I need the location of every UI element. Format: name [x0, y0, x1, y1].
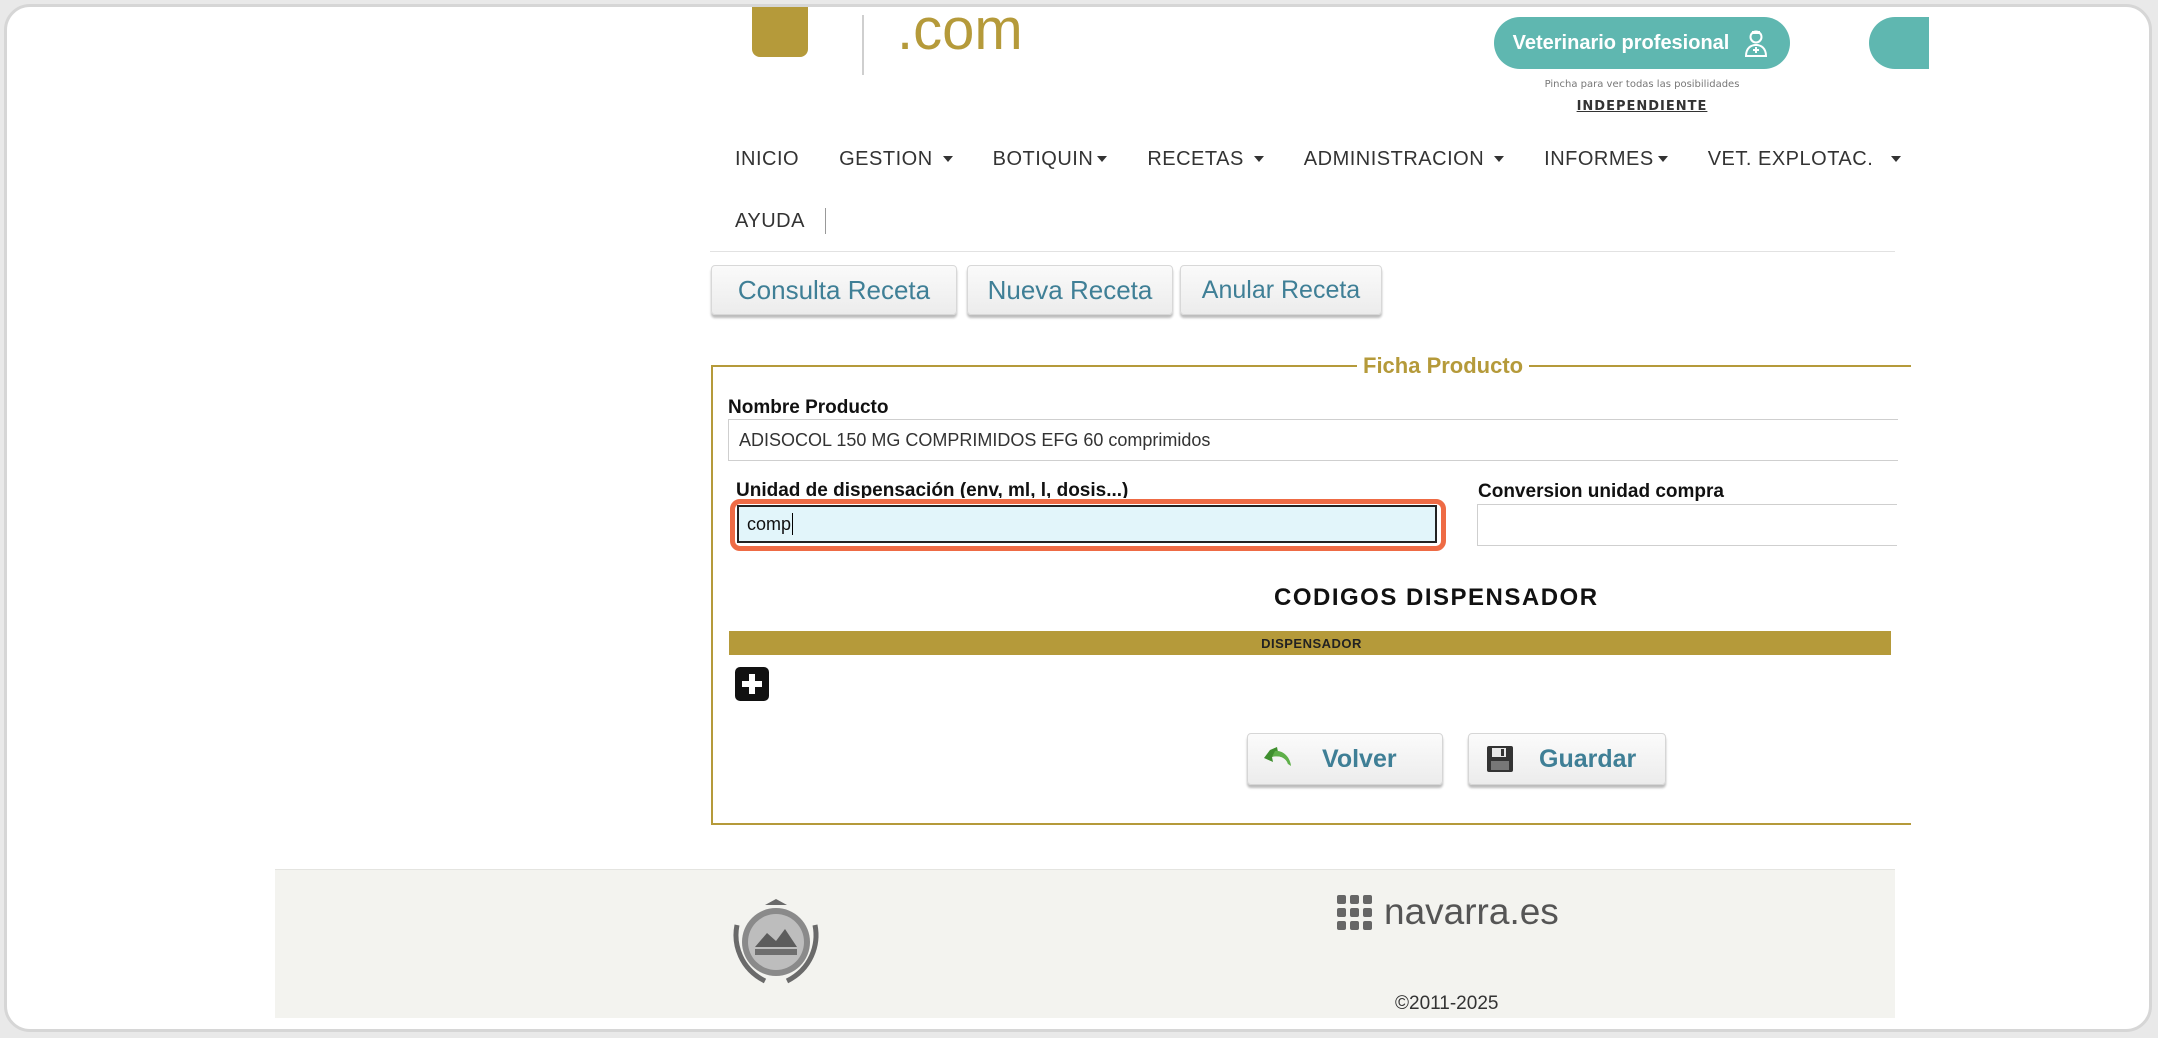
guardar-button[interactable]: Guardar: [1468, 733, 1666, 785]
veterinarian-icon: [1745, 30, 1768, 57]
anular-receta-button[interactable]: Anular Receta: [1180, 265, 1382, 315]
copyright-text: ©2011-2025: [1395, 993, 1499, 1014]
menu-informes-label: INFORMES: [1544, 147, 1654, 170]
navarra-dots-icon: [1337, 894, 1372, 930]
vet-profile-label: Veterinario profesional: [1512, 31, 1730, 54]
unidad-dispensacion-field[interactable]: comp: [737, 505, 1437, 543]
menu-gestion[interactable]: GESTION: [819, 148, 973, 171]
caret-down-icon: [1097, 156, 1108, 162]
navarra-seal-icon: [733, 899, 819, 984]
vet-profile-button[interactable]: Veterinario profesional: [1494, 17, 1790, 69]
menu-gestion-label: GESTION: [839, 147, 933, 170]
text-cursor: [792, 513, 794, 535]
unidad-dispensacion-value: comp: [747, 513, 792, 534]
caret-down-icon: [1657, 156, 1668, 162]
logo-mark[interactable]: [752, 7, 808, 57]
add-dispensador-plus-icon[interactable]: [735, 667, 769, 701]
menu-ayuda[interactable]: AYUDA: [725, 210, 825, 233]
floppy-disk-icon: [1487, 746, 1513, 772]
page-footer: [275, 869, 1895, 1018]
menu-botiquin[interactable]: BOTIQUIN: [973, 148, 1128, 171]
consulta-receta-button[interactable]: Consulta Receta: [711, 265, 957, 315]
guardar-label: Guardar: [1539, 744, 1637, 773]
volver-label: Volver: [1322, 744, 1397, 773]
menu-separator: [824, 208, 826, 234]
menu-inicio-label: INICIO: [735, 147, 800, 170]
conversion-unidad-field[interactable]: [1477, 504, 1897, 546]
main-menu: INICIO GESTION BOTIQUIN RECETAS ADMINIST…: [725, 139, 1902, 241]
conversion-unidad-label: Conversion unidad compra: [1478, 481, 1724, 502]
ficha-producto-legend: Ficha Producto: [1357, 353, 1530, 379]
logo-divider: [862, 15, 864, 75]
menu-administracion-label: ADMINISTRACION: [1303, 147, 1485, 170]
nombre-producto-field[interactable]: ADISOCOL 150 MG COMPRIMIDOS EFG 60 compr…: [728, 419, 1898, 461]
menu-row-2: AYUDA: [725, 201, 1895, 241]
caret-down-icon: [1494, 156, 1505, 162]
menu-administracion[interactable]: ADMINISTRACION: [1284, 148, 1524, 171]
unidad-dispensacion-label: Unidad de dispensación (env, ml, l, dosi…: [736, 480, 1129, 498]
menu-ayuda-label: AYUDA: [735, 209, 805, 232]
table-header-edge: [1891, 631, 1895, 655]
nombre-producto-label: Nombre Producto: [728, 397, 889, 418]
secondary-profile-button[interactable]: [1869, 17, 1929, 69]
menu-vet-explotac[interactable]: VET. EXPLOTAC.: [1688, 148, 1922, 171]
vet-hint-text: Pincha para ver todas las posibilidades: [1544, 79, 1740, 90]
navarra-logo[interactable]: navarra.es: [1337, 891, 1559, 933]
menu-row-1: INICIO GESTION BOTIQUIN RECETAS ADMINIST…: [725, 139, 1902, 179]
volver-button[interactable]: Volver: [1247, 733, 1443, 785]
menu-inicio[interactable]: INICIO: [725, 148, 819, 171]
caret-down-icon: [1253, 156, 1264, 162]
caret-down-icon: [942, 156, 953, 162]
menu-informes[interactable]: INFORMES: [1524, 148, 1688, 171]
caret-down-icon: [1891, 156, 1902, 162]
navarra-brand-text: navarra.es: [1384, 891, 1559, 932]
menu-botiquin-label: BOTIQUIN: [992, 147, 1094, 170]
menu-recetas-label: RECETAS: [1147, 147, 1244, 170]
menu-divider: [710, 251, 1895, 252]
browser-frame: .com Veterinario profesional Pincha para…: [4, 4, 2152, 1032]
codigos-dispensador-title: CODIGOS DISPENSADOR: [1274, 584, 1599, 611]
menu-vet-explotac-label: VET. EXPLOTAC.: [1707, 147, 1874, 170]
nueva-receta-button[interactable]: Nueva Receta: [967, 265, 1173, 315]
dispensador-table-header: DISPENSADOR: [729, 631, 1894, 655]
vet-type-link[interactable]: INDEPENDIENTE: [1494, 99, 1790, 114]
logo-text[interactable]: .com: [897, 7, 1023, 59]
menu-recetas[interactable]: RECETAS: [1127, 148, 1283, 171]
undo-arrow-icon: [1264, 747, 1291, 766]
